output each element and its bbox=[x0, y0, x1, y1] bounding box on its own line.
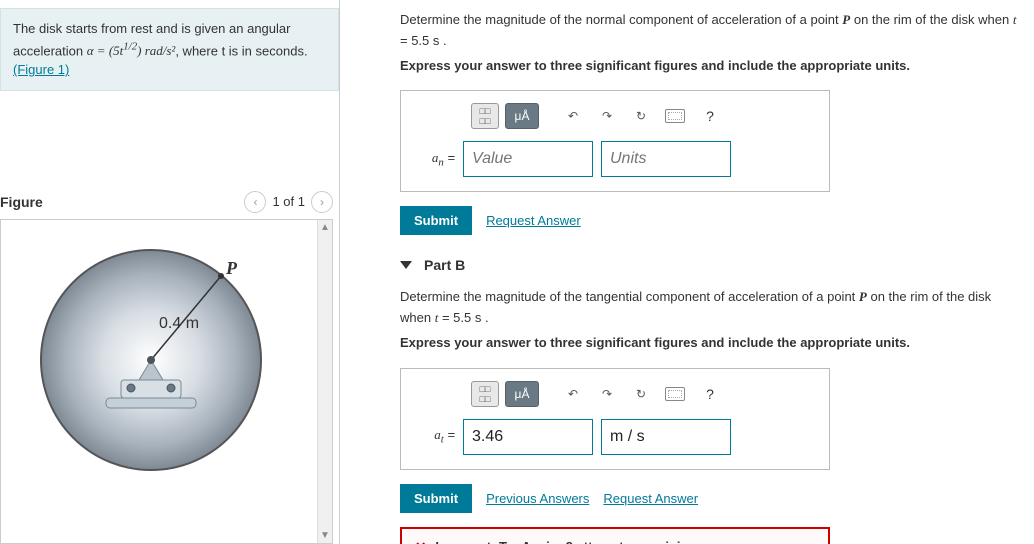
figure-link[interactable]: (Figure 1) bbox=[13, 62, 69, 77]
figure-header: Figure ‹ 1 of 1 › bbox=[0, 191, 339, 213]
symbols-button[interactable]: μÅ bbox=[505, 381, 539, 407]
figure-nav: ‹ 1 of 1 › bbox=[244, 191, 333, 213]
part-b-header[interactable]: Part B bbox=[400, 257, 1024, 273]
figure-scrollbar[interactable]: ▲ ▼ bbox=[317, 220, 332, 543]
chevron-down-icon bbox=[400, 261, 412, 269]
templates-button[interactable]: □□□□ bbox=[471, 381, 499, 407]
figure-title: Figure bbox=[0, 194, 43, 210]
part-b-instruction: Express your answer to three significant… bbox=[400, 333, 1024, 354]
at-label: at = bbox=[415, 427, 455, 446]
symbols-button[interactable]: μÅ bbox=[505, 103, 539, 129]
left-panel: The disk starts from rest and is given a… bbox=[0, 0, 340, 544]
part-b-answer-box: □□□□ μÅ ↶ ↷ ↻ ? at = bbox=[400, 368, 830, 470]
keyboard-button[interactable] bbox=[661, 381, 689, 407]
alpha-expr: α = (5t1/2) rad/s² bbox=[87, 43, 176, 58]
part-a-question: Determine the magnitude of the normal co… bbox=[400, 10, 1024, 76]
scroll-up-icon[interactable]: ▲ bbox=[318, 220, 332, 235]
part-b-submit-button[interactable]: Submit bbox=[400, 484, 472, 513]
keyboard-icon bbox=[665, 109, 685, 123]
feedback-message: Incorrect; Try Again; 8 attempts remaini… bbox=[435, 539, 696, 544]
part-a-toolbar: □□□□ μÅ ↶ ↷ ↻ ? bbox=[471, 103, 815, 129]
help-button[interactable]: ? bbox=[699, 108, 721, 124]
templates-button[interactable]: □□□□ bbox=[471, 103, 499, 129]
an-units-input[interactable] bbox=[601, 141, 731, 177]
part-a-input-row: an = bbox=[415, 141, 815, 177]
disk-figure: P 0.4 m bbox=[11, 230, 291, 490]
at-value-input[interactable] bbox=[463, 419, 593, 455]
an-label: an = bbox=[415, 150, 455, 169]
part-b-input-row: at = bbox=[415, 419, 815, 455]
part-a-answer-box: □□□□ μÅ ↶ ↷ ↻ ? an = bbox=[400, 90, 830, 192]
part-b-submit-row: Submit Previous Answers Request Answer bbox=[400, 484, 1024, 513]
incorrect-icon: ✖ bbox=[414, 539, 427, 544]
figure-next-button[interactable]: › bbox=[311, 191, 333, 213]
scroll-down-icon[interactable]: ▼ bbox=[318, 528, 332, 543]
figure-viewport: P 0.4 m ▲ ▼ bbox=[0, 219, 333, 544]
reset-button[interactable]: ↻ bbox=[627, 381, 655, 407]
reset-button[interactable]: ↻ bbox=[627, 103, 655, 129]
right-panel: Determine the magnitude of the normal co… bbox=[340, 0, 1034, 544]
an-value-input[interactable] bbox=[463, 141, 593, 177]
part-b-previous-answers-link[interactable]: Previous Answers bbox=[486, 491, 589, 506]
figure-prev-button[interactable]: ‹ bbox=[244, 191, 266, 213]
keyboard-button[interactable] bbox=[661, 103, 689, 129]
keyboard-icon bbox=[665, 387, 685, 401]
undo-button[interactable]: ↶ bbox=[559, 381, 587, 407]
part-b-toolbar: □□□□ μÅ ↶ ↷ ↻ ? bbox=[471, 381, 815, 407]
point-p-label: P bbox=[226, 258, 237, 279]
undo-button[interactable]: ↶ bbox=[559, 103, 587, 129]
problem-text-b: , where t is in seconds. bbox=[175, 43, 307, 58]
part-b-feedback: ✖ Incorrect; Try Again; 8 attempts remai… bbox=[400, 527, 830, 544]
part-a-submit-button[interactable]: Submit bbox=[400, 206, 472, 235]
problem-statement: The disk starts from rest and is given a… bbox=[0, 8, 339, 91]
part-b-request-answer-link[interactable]: Request Answer bbox=[603, 491, 698, 506]
part-a-submit-row: Submit Request Answer bbox=[400, 206, 1024, 235]
part-b-question: Determine the magnitude of the tangentia… bbox=[400, 287, 1024, 353]
help-button[interactable]: ? bbox=[699, 386, 721, 402]
redo-button[interactable]: ↷ bbox=[593, 381, 621, 407]
part-a-request-answer-link[interactable]: Request Answer bbox=[486, 213, 581, 228]
radius-label: 0.4 m bbox=[159, 315, 199, 333]
at-units-input[interactable] bbox=[601, 419, 731, 455]
part-a-instruction: Express your answer to three significant… bbox=[400, 56, 1024, 77]
part-b-title: Part B bbox=[424, 257, 465, 273]
figure-counter: 1 of 1 bbox=[272, 194, 305, 209]
redo-button[interactable]: ↷ bbox=[593, 103, 621, 129]
